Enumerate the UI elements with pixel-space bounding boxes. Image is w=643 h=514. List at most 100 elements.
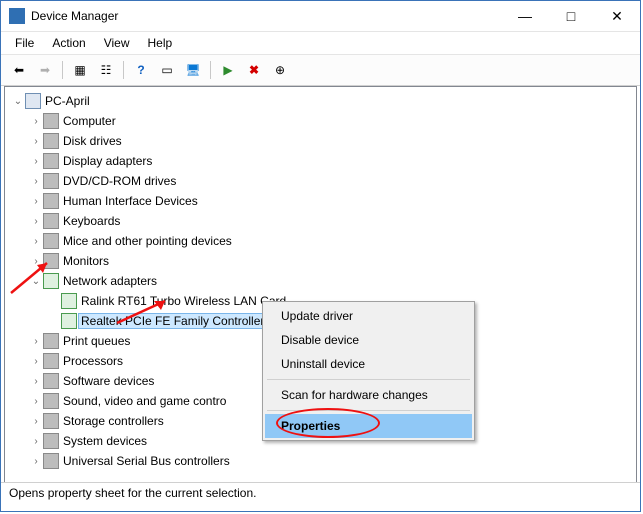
system-icon xyxy=(43,433,59,449)
tree-item-monitors[interactable]: ›Monitors xyxy=(29,251,634,271)
ctx-properties[interactable]: Properties xyxy=(265,414,472,438)
scan-button[interactable]: 🖥 xyxy=(181,58,205,82)
tree-item-hid[interactable]: › Human Interface Devices xyxy=(29,191,634,211)
menu-view[interactable]: View xyxy=(96,34,138,52)
tree-item-keyboards[interactable]: › Keyboards xyxy=(29,211,634,231)
tree-label: Ralink RT61 Turbo Wireless LAN Card xyxy=(81,294,286,308)
cpu-icon xyxy=(43,353,59,369)
chevron-right-icon[interactable]: › xyxy=(29,176,43,187)
forward-button[interactable]: ➡ xyxy=(33,58,57,82)
monitor-icon: 🖥 xyxy=(185,63,200,77)
menu-bar: File Action View Help xyxy=(1,32,640,55)
view-button[interactable]: ☷ xyxy=(94,58,118,82)
display-icon xyxy=(43,153,59,169)
context-separator xyxy=(267,379,470,380)
tree-item-usb[interactable]: › Universal Serial Bus controllers xyxy=(29,451,634,471)
keyboard-icon xyxy=(43,213,59,229)
ctx-scan-hardware[interactable]: Scan for hardware changes xyxy=(265,383,472,407)
chevron-down-icon[interactable]: ⌄ xyxy=(29,276,43,287)
action-button[interactable]: ▭ xyxy=(155,58,179,82)
ctx-disable-device[interactable]: Disable device xyxy=(265,328,472,352)
chevron-down-icon[interactable]: ⌄ xyxy=(11,96,25,107)
tree-item-mice[interactable]: › Mice and other pointing devices xyxy=(29,231,634,251)
network-adapter-icon xyxy=(61,293,77,309)
chevron-right-icon[interactable]: › xyxy=(29,396,43,407)
chevron-right-icon[interactable]: › xyxy=(29,416,43,427)
update-button[interactable]: ⊕ xyxy=(268,58,292,82)
tree-label: Universal Serial Bus controllers xyxy=(63,454,230,468)
tree-label: Mice and other pointing devices xyxy=(63,234,232,248)
minimize-button[interactable]: ― xyxy=(502,1,548,31)
storage-icon xyxy=(43,413,59,429)
close-button[interactable]: ✕ xyxy=(594,1,640,31)
grid-icon: ▦ xyxy=(74,63,85,77)
chevron-right-icon[interactable]: › xyxy=(29,256,43,267)
title-bar: Device Manager ― □ ✕ xyxy=(1,1,640,32)
printer-icon xyxy=(43,333,59,349)
tree-label-selected: Realtek PCIe FE Family Controller xyxy=(78,313,267,329)
help-button[interactable]: ? xyxy=(129,58,153,82)
dvd-icon xyxy=(43,173,59,189)
chevron-right-icon[interactable]: › xyxy=(29,116,43,127)
tree-label: Computer xyxy=(63,114,116,128)
enable-button[interactable]: ▶ xyxy=(216,58,240,82)
tree-item-computer[interactable]: › Computer xyxy=(29,111,634,131)
arrow-right-icon: ➡ xyxy=(40,63,50,77)
hid-icon xyxy=(43,193,59,209)
help-icon: ? xyxy=(137,63,144,77)
chevron-right-icon[interactable]: › xyxy=(29,336,43,347)
chevron-right-icon[interactable]: › xyxy=(29,236,43,247)
maximize-button[interactable]: □ xyxy=(548,1,594,31)
menu-action[interactable]: Action xyxy=(44,34,93,52)
tree-label: Human Interface Devices xyxy=(63,194,198,208)
toolbar-separator xyxy=(62,61,63,79)
tree-item-dvd[interactable]: › DVD/CD-ROM drives xyxy=(29,171,634,191)
chevron-right-icon[interactable]: › xyxy=(29,156,43,167)
context-menu: Update driver Disable device Uninstall d… xyxy=(262,301,475,441)
tree-label: Disk drives xyxy=(63,134,122,148)
chevron-right-icon[interactable]: › xyxy=(29,456,43,467)
disk-icon xyxy=(43,133,59,149)
show-hidden-button[interactable]: ▦ xyxy=(68,58,92,82)
chevron-right-icon[interactable]: › xyxy=(29,436,43,447)
chevron-right-icon[interactable]: › xyxy=(29,216,43,227)
update-icon: ⊕ xyxy=(275,63,285,77)
computer-icon xyxy=(25,93,41,109)
network-adapter-icon xyxy=(61,313,77,329)
tree-label: Keyboards xyxy=(63,214,120,228)
toolbar: ⬅ ➡ ▦ ☷ ? ▭ 🖥 ▶ ✖ ⊕ xyxy=(1,55,640,86)
chevron-right-icon[interactable]: › xyxy=(29,356,43,367)
disable-icon: ✖ xyxy=(249,63,259,77)
status-bar: Opens property sheet for the current sel… xyxy=(1,482,640,511)
window-title: Device Manager xyxy=(31,9,502,23)
tree-item-display[interactable]: ›Display adapters xyxy=(29,151,634,171)
tree-label: Storage controllers xyxy=(63,414,164,428)
back-button[interactable]: ⬅ xyxy=(7,58,31,82)
mouse-icon xyxy=(43,233,59,249)
ctx-uninstall-device[interactable]: Uninstall device xyxy=(265,352,472,376)
tree-item-disk[interactable]: › Disk drives xyxy=(29,131,634,151)
network-icon xyxy=(43,273,59,289)
chevron-right-icon[interactable]: › xyxy=(29,376,43,387)
chevron-right-icon[interactable]: › xyxy=(29,136,43,147)
tree-item-network-adapters[interactable]: ⌄Network adapters xyxy=(29,271,634,291)
disable-button[interactable]: ✖ xyxy=(242,58,266,82)
ctx-properties-label: Properties xyxy=(281,419,340,433)
tree-label: System devices xyxy=(63,434,147,448)
computer-category-icon xyxy=(43,113,59,129)
menu-file[interactable]: File xyxy=(7,34,42,52)
tree-label: Sound, video and game contro xyxy=(63,394,226,408)
arrow-left-icon: ⬅ xyxy=(14,63,24,77)
window-icon: ▭ xyxy=(161,63,172,77)
tree-root[interactable]: ⌄ PC-April xyxy=(11,91,634,111)
context-separator xyxy=(267,410,470,411)
software-icon xyxy=(43,373,59,389)
chevron-right-icon[interactable]: › xyxy=(29,196,43,207)
app-icon xyxy=(9,8,25,24)
tree-label: Print queues xyxy=(63,334,130,348)
status-text: Opens property sheet for the current sel… xyxy=(9,486,256,500)
tree-label: DVD/CD-ROM drives xyxy=(63,174,176,188)
menu-help[interactable]: Help xyxy=(140,34,181,52)
ctx-update-driver[interactable]: Update driver xyxy=(265,304,472,328)
monitor-category-icon xyxy=(43,253,59,269)
